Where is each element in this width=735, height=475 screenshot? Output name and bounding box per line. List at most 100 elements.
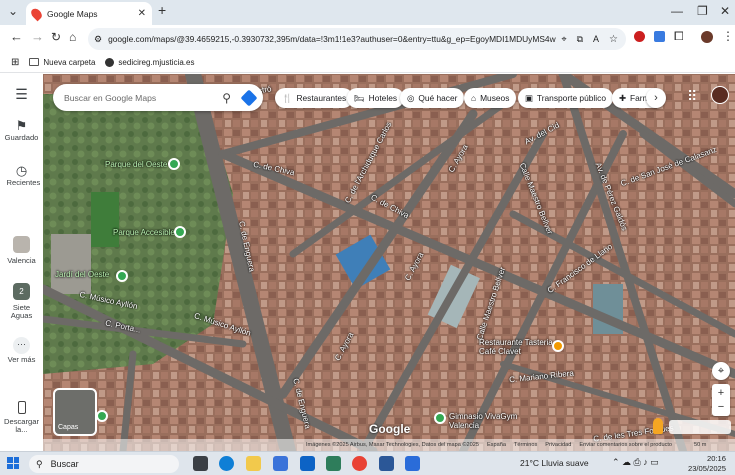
- chip-label: Restaurantes: [296, 93, 347, 103]
- store-icon[interactable]: [273, 456, 288, 471]
- layers-button[interactable]: Capas: [53, 388, 97, 436]
- zoom-out-button[interactable]: −: [718, 400, 724, 414]
- bed-icon: 🛏: [354, 92, 365, 103]
- chrome-icon[interactable]: [352, 456, 367, 471]
- search-input[interactable]: Buscar en Google Maps: [64, 93, 222, 103]
- bookmark-nueva-carpeta[interactable]: Nueva carpeta: [29, 58, 95, 67]
- restaurant-label[interactable]: Restaurante Tasteria y Café Clavet: [479, 338, 559, 356]
- windows-start-icon[interactable]: [7, 457, 19, 469]
- file-explorer-icon[interactable]: [246, 456, 261, 471]
- home-icon[interactable]: ⌂: [69, 30, 76, 44]
- app-icon[interactable]: [326, 456, 341, 471]
- profile-avatar[interactable]: [701, 31, 713, 43]
- scale-bar[interactable]: 50 m: [694, 442, 706, 448]
- chip-label: Qué hacer: [418, 93, 458, 103]
- search-icon[interactable]: ⚲: [222, 91, 231, 105]
- privacy-link[interactable]: Privacidad: [545, 442, 571, 448]
- gym-pin-icon[interactable]: [434, 412, 446, 424]
- bookmark-label: sedicireg.mjusticia.es: [118, 57, 195, 67]
- browser-tab-bar: ⌄ Google Maps ✕ + — ❐ ✕: [0, 0, 735, 25]
- chip-museos[interactable]: ⌂ Museos: [464, 88, 517, 108]
- extension-blue-icon[interactable]: [654, 31, 665, 42]
- taskbar-search[interactable]: ⚲ Buscar: [29, 455, 179, 473]
- park-pin-icon[interactable]: [96, 410, 108, 422]
- address-bar[interactable]: ⚙ google.com/maps/@39.4659215,-0.3930732…: [88, 28, 626, 50]
- location-icon[interactable]: ⌖: [562, 34, 567, 45]
- chip-hoteles[interactable]: 🛏 Hoteles: [347, 88, 405, 108]
- chips-next-button[interactable]: ›: [646, 88, 666, 108]
- satellite-map[interactable]: C. de Chiva C. de Chiva C. de Enguera C.…: [43, 74, 735, 451]
- camera-icon: ◎: [407, 93, 415, 103]
- pharmacy-icon: ✚: [619, 93, 627, 103]
- sidebar-item-label: Descargar la...: [3, 417, 40, 434]
- google-apps-icon[interactable]: ⠿: [687, 88, 697, 105]
- sidebar-item-valencia[interactable]: Valencia: [0, 236, 43, 265]
- menu-button[interactable]: ☰: [0, 87, 43, 101]
- windows-taskbar: ⚲ Buscar 21°C Lluvia suave ⌃ ☁ ⎙ ♪ ▭ 20:…: [0, 451, 735, 475]
- forward-arrow-icon[interactable]: →: [31, 30, 44, 44]
- pegman-icon[interactable]: [653, 418, 663, 434]
- gym-label[interactable]: Gimnasio VivaGym Valencia: [449, 412, 529, 430]
- apps-grid-icon[interactable]: ⊞: [11, 57, 19, 68]
- sidebar-item-siete-aguas[interactable]: 2 Siete Aguas: [0, 283, 43, 320]
- zoom-in-button[interactable]: +: [718, 386, 724, 400]
- clock-date: 23/05/2025: [687, 464, 726, 473]
- park-pin-icon[interactable]: [116, 270, 128, 282]
- extensions-puzzle-icon[interactable]: ⧠: [674, 29, 684, 43]
- outlook-icon[interactable]: [300, 456, 315, 471]
- maximize-button[interactable]: ❐: [697, 4, 708, 18]
- chip-transporte[interactable]: ▣ Transporte público: [518, 88, 613, 108]
- tab-google-maps[interactable]: Google Maps ✕: [26, 2, 152, 25]
- chip-restaurantes[interactable]: 🍴 Restaurantes: [275, 88, 354, 108]
- maps-search-box[interactable]: Buscar en Google Maps ⚲: [53, 84, 263, 111]
- chip-que-hacer[interactable]: ◎ Qué hacer: [400, 88, 465, 108]
- place-thumbnail: [13, 236, 30, 253]
- sidebar-item-recientes[interactable]: ◷ Recientes: [0, 164, 43, 187]
- phone-icon: [17, 401, 26, 414]
- park-label: Parque del Oeste: [105, 160, 168, 169]
- park-pin-icon[interactable]: [174, 226, 186, 238]
- close-window-button[interactable]: ✕: [720, 4, 730, 18]
- extension-red-icon[interactable]: [634, 31, 645, 42]
- browser-menu-icon[interactable]: ⋮: [722, 29, 734, 43]
- park-label: Parque Accesible: [113, 228, 175, 237]
- reload-icon[interactable]: ↻: [51, 30, 61, 44]
- park-pin-icon[interactable]: [168, 158, 180, 170]
- account-avatar[interactable]: [711, 86, 729, 104]
- map-attribution: Imágenes ©2025 Airbus, Maxar Technologie…: [43, 439, 735, 451]
- install-app-icon[interactable]: ⧉: [577, 34, 583, 45]
- tab-close-icon[interactable]: ✕: [138, 8, 146, 19]
- bookmark-sedicireg[interactable]: sedicireg.mjusticia.es: [105, 57, 195, 67]
- url-text[interactable]: google.com/maps/@39.4659215,-0.3930732,3…: [108, 34, 555, 44]
- new-tab-button[interactable]: +: [158, 3, 166, 17]
- folder-icon: [29, 58, 40, 66]
- sidebar-item-ver-mas[interactable]: ··· Ver más: [0, 337, 43, 364]
- globe-icon: [105, 57, 115, 67]
- taskbar-search-label: Buscar: [50, 459, 79, 469]
- sidebar-item-guardado[interactable]: ⚑ Guardado: [0, 119, 43, 142]
- feedback-link[interactable]: Enviar comentarios sobre el producto: [579, 442, 672, 448]
- terms-link[interactable]: Términos: [514, 442, 537, 448]
- minimize-button[interactable]: —: [671, 4, 683, 18]
- weather-widget[interactable]: 21°C Lluvia suave: [520, 458, 589, 468]
- back-arrow-icon[interactable]: ←: [10, 30, 23, 44]
- imagery-strip[interactable]: [669, 420, 731, 434]
- restaurant-pin-icon[interactable]: [552, 340, 564, 352]
- tab-search-icon[interactable]: ⌄: [8, 4, 18, 18]
- bookmark-star-icon[interactable]: ☆: [609, 34, 618, 45]
- fork-knife-icon: 🍴: [282, 92, 293, 103]
- google-logo: Google: [369, 422, 411, 436]
- tray-icons[interactable]: ⌃ ☁ ⎙ ♪ ▭: [612, 457, 659, 468]
- my-location-button[interactable]: ⌖: [712, 362, 730, 380]
- clock[interactable]: 20:16 23/05/2025: [676, 454, 726, 474]
- task-view-icon[interactable]: [193, 456, 208, 471]
- edge-icon[interactable]: [219, 456, 234, 471]
- more-icon: ···: [13, 337, 30, 354]
- site-info-icon[interactable]: ⚙: [94, 34, 102, 45]
- word-icon[interactable]: [405, 456, 420, 471]
- app-icon[interactable]: [379, 456, 394, 471]
- sidebar-item-descargar[interactable]: Descargar la...: [0, 401, 43, 434]
- attribution-region[interactable]: España: [487, 442, 506, 448]
- translate-icon[interactable]: A: [593, 34, 599, 44]
- directions-icon[interactable]: [240, 89, 258, 106]
